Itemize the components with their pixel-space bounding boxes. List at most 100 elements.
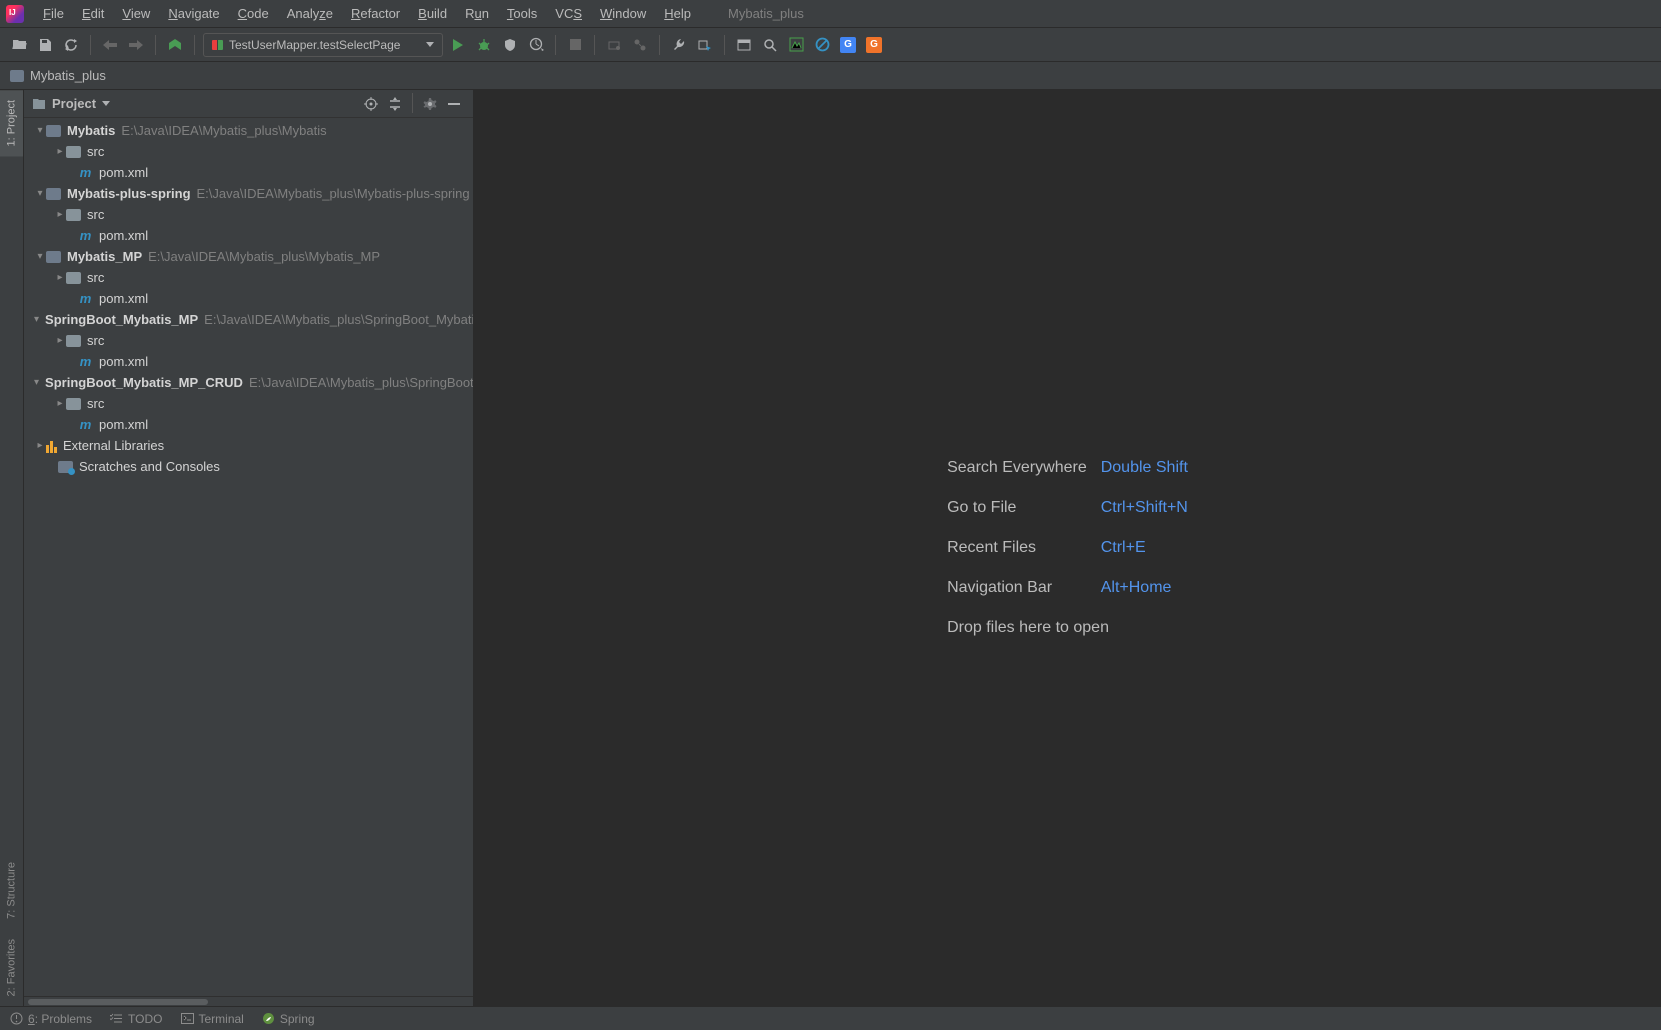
translate-orange-icon[interactable]: G bbox=[863, 34, 885, 56]
sync-button[interactable] bbox=[60, 34, 82, 56]
horizontal-scrollbar[interactable] bbox=[24, 996, 473, 1006]
tree-file[interactable]: m pom.xml bbox=[24, 414, 473, 435]
tree-folder[interactable]: src bbox=[24, 393, 473, 414]
menu-window[interactable]: Window bbox=[591, 3, 655, 24]
services-button[interactable] bbox=[629, 34, 651, 56]
run-configuration-dropdown[interactable]: TestUserMapper.testSelectPage bbox=[203, 33, 443, 57]
menu-file[interactable]: File bbox=[34, 3, 73, 24]
warning-icon bbox=[10, 1012, 23, 1025]
project-panel: Project MybatisE:\Java\IDEA\Mybatis_plus… bbox=[24, 90, 474, 1006]
menu-code[interactable]: Code bbox=[229, 3, 278, 24]
spring-icon bbox=[262, 1012, 275, 1025]
menu-bar: File Edit View Navigate Code Analyze Ref… bbox=[0, 0, 1661, 28]
test-config-icon bbox=[212, 40, 223, 50]
module-icon bbox=[46, 125, 61, 137]
maven-icon: m bbox=[78, 291, 93, 306]
menu-refactor[interactable]: Refactor bbox=[342, 3, 409, 24]
tree-folder[interactable]: src bbox=[24, 330, 473, 351]
panel-title-dropdown[interactable]: Project bbox=[32, 96, 110, 111]
tree-module[interactable]: Mybatis_MPE:\Java\IDEA\Mybatis_plus\Myba… bbox=[24, 246, 473, 267]
build-button[interactable] bbox=[164, 34, 186, 56]
tree-folder[interactable]: src bbox=[24, 267, 473, 288]
tab-structure[interactable]: 7: Structure bbox=[0, 852, 23, 929]
breadcrumb-project[interactable]: Mybatis_plus bbox=[30, 68, 106, 83]
folder-icon bbox=[66, 146, 81, 158]
left-tool-gutter: 1: Project 7: Structure 2: Favorites bbox=[0, 90, 24, 1006]
tree-folder[interactable]: src bbox=[24, 141, 473, 162]
jrebel-button[interactable] bbox=[785, 34, 807, 56]
tree-file[interactable]: m pom.xml bbox=[24, 288, 473, 309]
tree-file[interactable]: m pom.xml bbox=[24, 162, 473, 183]
run-button[interactable] bbox=[447, 34, 469, 56]
profiler-button[interactable] bbox=[525, 34, 547, 56]
folder-icon bbox=[66, 209, 81, 221]
attach-button[interactable] bbox=[603, 34, 625, 56]
menu-tools[interactable]: Tools bbox=[498, 3, 546, 24]
hint-search-key: Double Shift bbox=[1101, 459, 1188, 477]
menu-vcs[interactable]: VCS bbox=[546, 3, 591, 24]
hint-recent-key: Ctrl+E bbox=[1101, 539, 1188, 557]
menu-navigate[interactable]: Navigate bbox=[159, 3, 228, 24]
tab-favorites[interactable]: 2: Favorites bbox=[0, 929, 23, 1006]
menu-view[interactable]: View bbox=[113, 3, 159, 24]
welcome-hints: Search Everywhere Double Shift Go to Fil… bbox=[947, 459, 1188, 637]
inspect-button[interactable] bbox=[694, 34, 716, 56]
tree-scratches[interactable]: Scratches and Consoles bbox=[24, 456, 473, 477]
menu-edit[interactable]: Edit bbox=[73, 3, 113, 24]
tree-file[interactable]: m pom.xml bbox=[24, 225, 473, 246]
hint-navbar-label: Navigation Bar bbox=[947, 579, 1087, 597]
save-button[interactable] bbox=[34, 34, 56, 56]
separator bbox=[90, 35, 91, 55]
module-icon bbox=[46, 188, 61, 200]
hint-search-label: Search Everywhere bbox=[947, 459, 1087, 477]
tree-external-libraries[interactable]: External Libraries bbox=[24, 435, 473, 456]
open-button[interactable] bbox=[8, 34, 30, 56]
terminal-icon bbox=[181, 1012, 194, 1025]
bottom-tool-bar: 6: 6: ProblemsProblems TODO Terminal Spr… bbox=[0, 1006, 1661, 1030]
project-tree[interactable]: MybatisE:\Java\IDEA\Mybatis_plus\Mybatis… bbox=[24, 118, 473, 996]
separator bbox=[194, 35, 195, 55]
search-button[interactable] bbox=[759, 34, 781, 56]
coverage-button[interactable] bbox=[499, 34, 521, 56]
chevron-down-icon bbox=[102, 101, 110, 106]
tab-problems[interactable]: 6: 6: ProblemsProblems bbox=[10, 1012, 92, 1026]
panel-hide-button[interactable] bbox=[443, 93, 465, 115]
translate-icon[interactable]: G bbox=[837, 34, 859, 56]
back-button[interactable] bbox=[99, 34, 121, 56]
breadcrumb: Mybatis_plus bbox=[0, 62, 1661, 90]
scratch-icon bbox=[58, 461, 73, 473]
maven-icon: m bbox=[78, 165, 93, 180]
stop-button[interactable] bbox=[564, 34, 586, 56]
maven-icon: m bbox=[78, 354, 93, 369]
tab-todo[interactable]: TODO bbox=[110, 1012, 162, 1026]
tree-folder[interactable]: src bbox=[24, 204, 473, 225]
menu-build[interactable]: Build bbox=[409, 3, 456, 24]
expand-button[interactable] bbox=[384, 93, 406, 115]
menu-run[interactable]: Run bbox=[456, 3, 498, 24]
locate-button[interactable] bbox=[360, 93, 382, 115]
tab-spring[interactable]: Spring bbox=[262, 1012, 315, 1026]
tree-module[interactable]: SpringBoot_Mybatis_MP_CRUDE:\Java\IDEA\M… bbox=[24, 372, 473, 393]
tab-terminal[interactable]: Terminal bbox=[181, 1012, 244, 1026]
menu-help[interactable]: Help bbox=[655, 3, 700, 24]
deny-icon[interactable] bbox=[811, 34, 833, 56]
panel-settings-button[interactable] bbox=[419, 93, 441, 115]
tab-project[interactable]: 1: Project bbox=[0, 90, 23, 156]
tree-file[interactable]: m pom.xml bbox=[24, 351, 473, 372]
menu-analyze[interactable]: Analyze bbox=[278, 3, 342, 24]
folder-icon bbox=[32, 98, 46, 110]
separator bbox=[155, 35, 156, 55]
debug-button[interactable] bbox=[473, 34, 495, 56]
tree-module[interactable]: MybatisE:\Java\IDEA\Mybatis_plus\Mybatis bbox=[24, 120, 473, 141]
tree-module[interactable]: SpringBoot_Mybatis_MPE:\Java\IDEA\Mybati… bbox=[24, 309, 473, 330]
tree-module[interactable]: Mybatis-plus-springE:\Java\IDEA\Mybatis_… bbox=[24, 183, 473, 204]
settings-button[interactable] bbox=[668, 34, 690, 56]
editor-area[interactable]: Search Everywhere Double Shift Go to Fil… bbox=[474, 90, 1661, 1006]
forward-button[interactable] bbox=[125, 34, 147, 56]
folder-icon bbox=[66, 335, 81, 347]
separator bbox=[724, 35, 725, 55]
window-title: Mybatis_plus bbox=[728, 6, 804, 21]
window-button[interactable] bbox=[733, 34, 755, 56]
panel-header: Project bbox=[24, 90, 473, 118]
library-icon bbox=[46, 439, 57, 453]
